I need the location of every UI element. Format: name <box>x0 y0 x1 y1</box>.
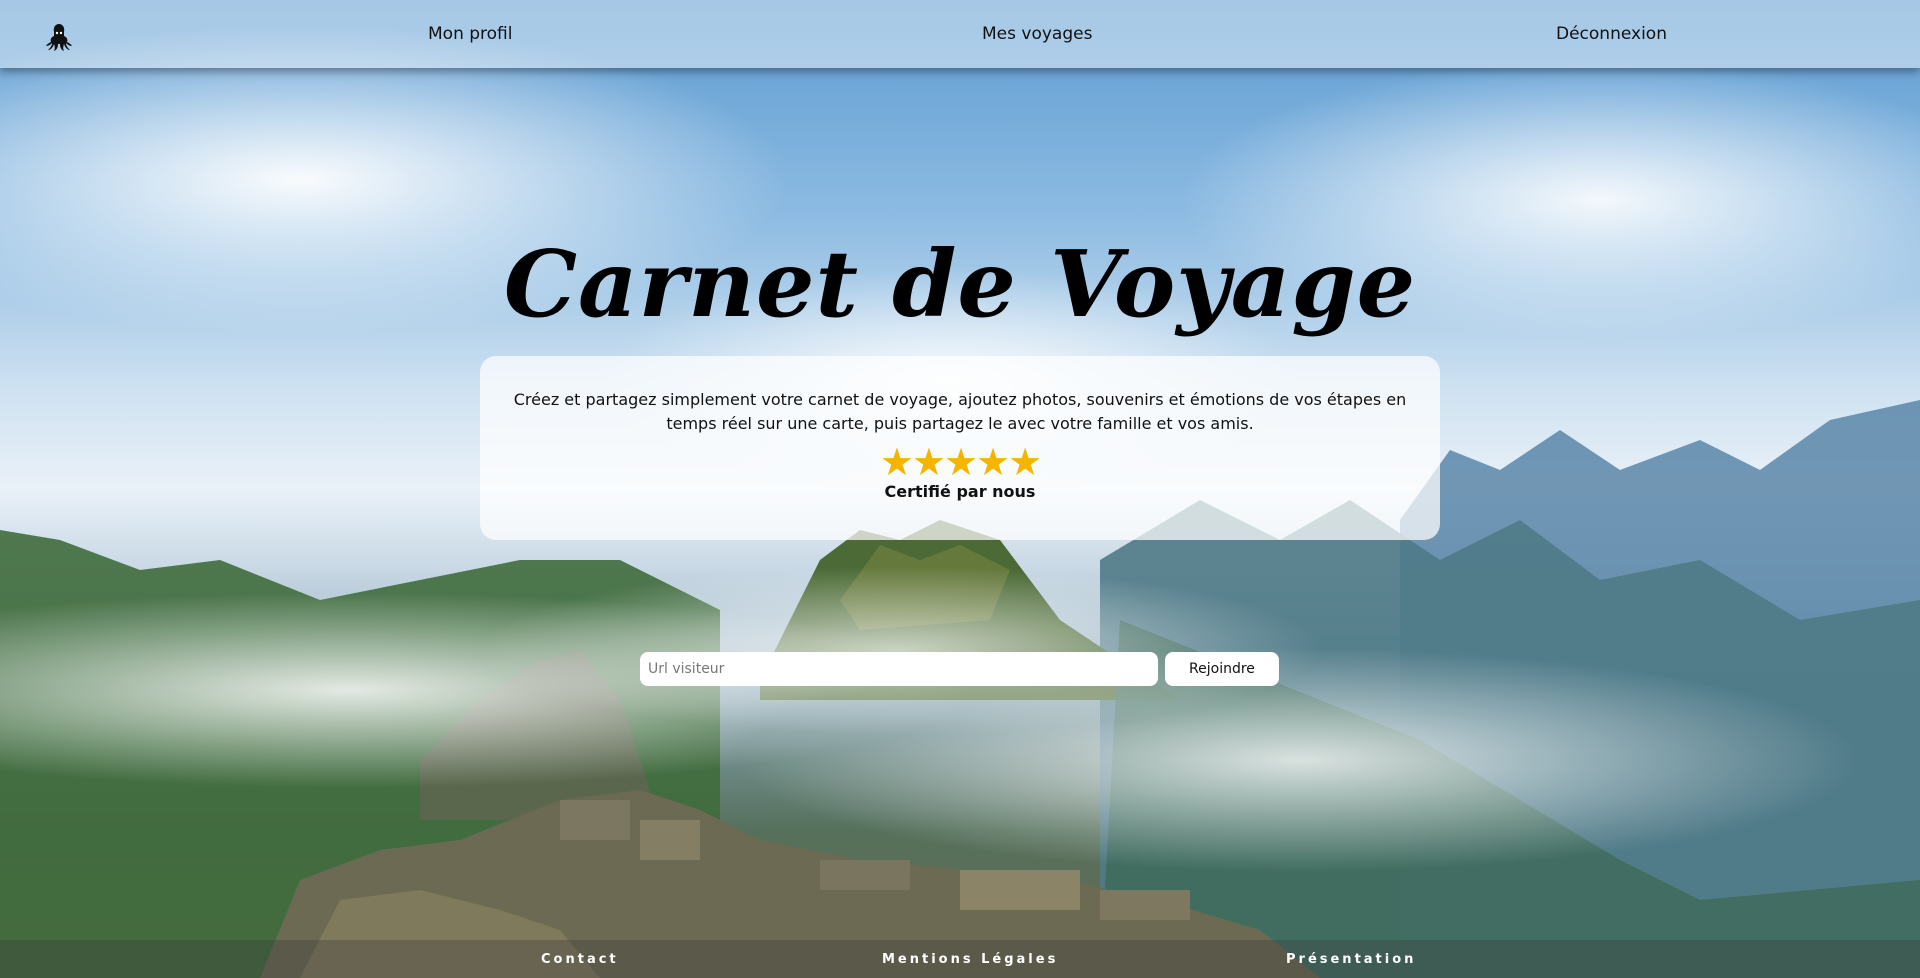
join-button[interactable]: Rejoindre <box>1165 652 1279 686</box>
certified-label: Certifié par nous <box>884 482 1036 501</box>
nav-link-profil[interactable]: Mon profil <box>428 0 513 68</box>
intro-description: Créez et partagez simplement votre carne… <box>513 390 1407 433</box>
footer-link-presentation[interactable]: Présentation <box>1286 940 1416 978</box>
page: Mon profil Mes voyages Déconnexion Carne… <box>0 0 1920 978</box>
nav-link-deconnexion[interactable]: Déconnexion <box>1556 0 1667 68</box>
squid-icon[interactable] <box>44 22 74 52</box>
intro-card: Créez et partagez simplement votre carne… <box>480 356 1440 540</box>
visitor-url-input[interactable] <box>640 652 1158 686</box>
star-rating: ★★★★★ <box>879 440 1042 484</box>
top-navbar: Mon profil Mes voyages Déconnexion <box>0 0 1920 68</box>
footer-link-contact[interactable]: Contact <box>541 940 619 978</box>
footer-bar: Contact Mentions Légales Présentation <box>0 940 1920 978</box>
footer-link-mentions-legales[interactable]: Mentions Légales <box>882 940 1058 978</box>
nav-link-voyages[interactable]: Mes voyages <box>982 0 1092 68</box>
page-title: Carnet de Voyage <box>503 229 1417 338</box>
